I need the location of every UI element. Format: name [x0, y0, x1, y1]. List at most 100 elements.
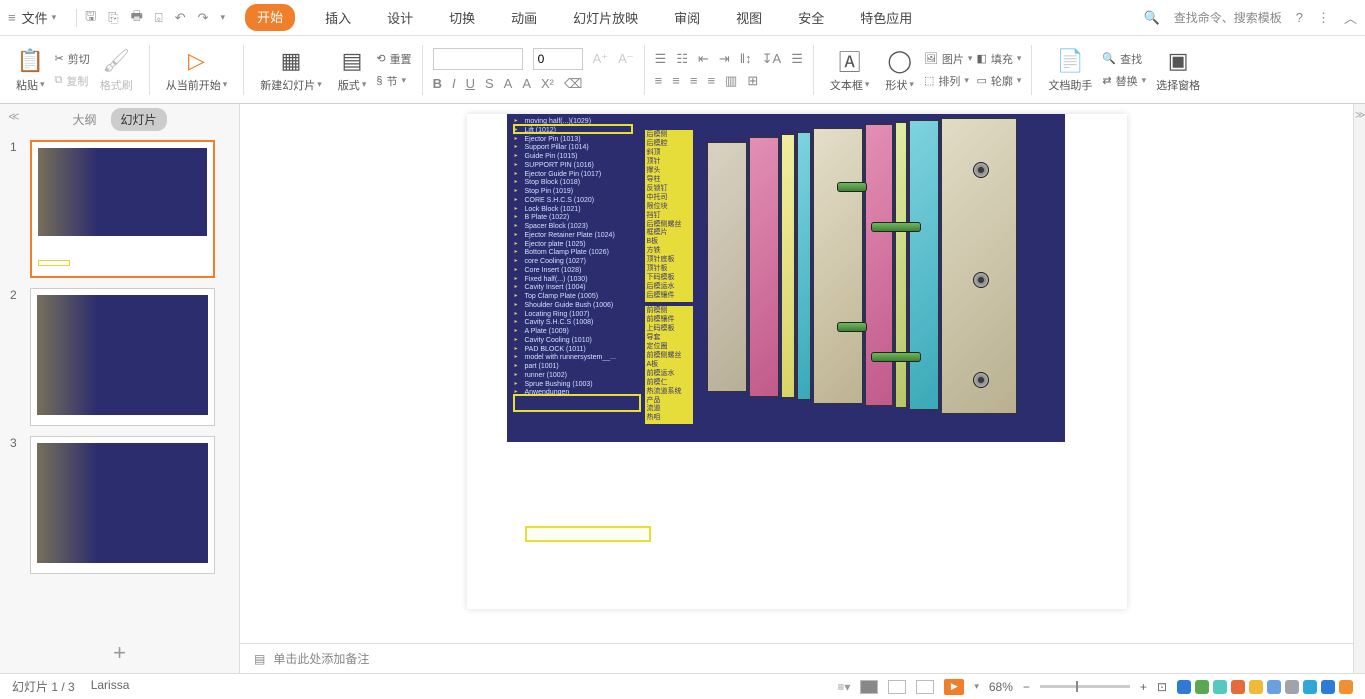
- section-button[interactable]: §节▾: [376, 73, 411, 89]
- tab-slides[interactable]: 幻灯片: [111, 108, 167, 131]
- slide-number: 2: [10, 288, 22, 426]
- cut-button[interactable]: ✂剪切: [55, 51, 90, 67]
- chinese-labels-top: 后模侧后模腔斜顶顶针撑头导柱反锁钉中托司限位块挡钉后模侧螺丝框模片B板方铁顶针底…: [645, 130, 693, 302]
- align-left-button[interactable]: ≡: [655, 73, 663, 88]
- columns-button[interactable]: ▥: [725, 73, 737, 89]
- view-normal-button[interactable]: [860, 680, 878, 694]
- font-family-combo[interactable]: [433, 48, 523, 70]
- align-justify-button[interactable]: ≡: [707, 73, 715, 88]
- increase-font-icon[interactable]: A⁺: [593, 51, 609, 67]
- highlight-button[interactable]: A: [522, 76, 531, 91]
- slide-thumb-2[interactable]: 2: [10, 288, 229, 426]
- zoom-slider[interactable]: [1040, 685, 1130, 688]
- help-icon[interactable]: ?: [1296, 10, 1303, 25]
- thumbnail-list[interactable]: 1 2 3: [0, 134, 239, 633]
- fill-icon: ◧: [976, 52, 986, 65]
- tab-start[interactable]: 开始: [245, 4, 295, 31]
- indent-inc-button[interactable]: ⇥: [719, 51, 730, 67]
- decrease-font-icon[interactable]: A⁻: [618, 51, 634, 67]
- copy-button[interactable]: ⧉复制: [55, 73, 90, 89]
- scissors-icon: ✂: [55, 52, 64, 65]
- new-slide-button[interactable]: ▦ 新建幻灯片▾: [254, 40, 328, 100]
- align-center-button[interactable]: ≡: [672, 73, 680, 88]
- tab-animation[interactable]: 动画: [505, 4, 543, 31]
- clear-format-button[interactable]: ⌫: [564, 76, 582, 92]
- slide-thumb-3[interactable]: 3: [10, 436, 229, 574]
- tab-security[interactable]: 安全: [792, 4, 830, 31]
- thumbnail-tabs: 大纲 幻灯片: [0, 104, 239, 134]
- underline-button[interactable]: U: [466, 76, 475, 91]
- right-rail-collapsed[interactable]: ≫: [1353, 104, 1365, 673]
- tab-review[interactable]: 审阅: [668, 4, 706, 31]
- align-right-button[interactable]: ≡: [690, 73, 698, 88]
- tab-outline[interactable]: 大纲: [72, 111, 96, 128]
- zoom-out-button[interactable]: −: [1023, 680, 1030, 694]
- line-spacing-button[interactable]: ‖↕: [740, 51, 752, 66]
- numbering-button[interactable]: ☷: [676, 51, 688, 67]
- text-direction-button[interactable]: ↧A: [762, 51, 782, 67]
- tab-insert[interactable]: 插入: [319, 4, 357, 31]
- align-text-button[interactable]: ☰: [791, 51, 803, 67]
- tab-special[interactable]: 特色应用: [854, 4, 918, 31]
- qat-more-icon[interactable]: ▾: [221, 12, 226, 23]
- distribute-button[interactable]: ⊞: [747, 73, 758, 89]
- hamburger-icon[interactable]: ≡: [8, 10, 16, 25]
- find-button[interactable]: 🔍查找: [1102, 51, 1146, 67]
- bold-button[interactable]: B: [433, 76, 442, 91]
- tab-slideshow[interactable]: 幻灯片放映: [567, 4, 644, 31]
- print-icon[interactable]: 🖶: [131, 7, 143, 29]
- outline-button[interactable]: ▭轮廓▾: [976, 73, 1021, 89]
- undo-icon[interactable]: ↶: [175, 10, 186, 26]
- tab-design[interactable]: 设计: [381, 4, 419, 31]
- textbox-button[interactable]: 🄰 文本框▾: [824, 40, 876, 100]
- search-icon[interactable]: 🔍: [1144, 10, 1160, 26]
- zoom-in-button[interactable]: +: [1140, 680, 1147, 694]
- slide-thumb-1[interactable]: 1: [10, 140, 229, 278]
- notes-toggle-icon[interactable]: ≡▾: [837, 680, 850, 694]
- fill-button[interactable]: ◧填充▾: [976, 51, 1021, 67]
- doc-helper-button[interactable]: 📄 文档助手: [1042, 40, 1098, 100]
- brush-icon: 🖌: [102, 47, 130, 75]
- paste-group[interactable]: 📋 粘贴▾: [10, 40, 51, 100]
- canvas-scroll[interactable]: moving half(...)(1029)Lift (1012)Ejector…: [240, 104, 1353, 643]
- italic-button[interactable]: I: [452, 76, 456, 91]
- preview-icon[interactable]: ⌻: [155, 10, 163, 26]
- slideshow-dropdown-icon[interactable]: ▾: [974, 681, 979, 692]
- add-slide-button[interactable]: +: [0, 633, 239, 673]
- collapse-ribbon-icon[interactable]: ︿: [1344, 8, 1357, 27]
- picture-button[interactable]: 🖼图片▾: [924, 51, 973, 67]
- save-icon[interactable]: 🖫: [85, 7, 96, 29]
- file-menu[interactable]: 文件 ▾: [22, 8, 57, 27]
- notes-placeholder[interactable]: 单击此处添加备注: [273, 650, 369, 667]
- bullets-button[interactable]: ☰: [655, 51, 667, 67]
- file-label: 文件: [22, 8, 48, 27]
- copy-icon: ⧉: [55, 74, 63, 87]
- from-current-button[interactable]: ▷ 从当前开始▾: [160, 40, 234, 100]
- arrange-button[interactable]: ⬚排列▾: [924, 73, 973, 89]
- reset-button[interactable]: ⟲重置: [376, 51, 411, 67]
- redo-icon[interactable]: ↷: [198, 10, 209, 26]
- layout-button[interactable]: ▤ 版式▾: [332, 40, 373, 100]
- replace-button[interactable]: ⇄替换▾: [1102, 73, 1146, 89]
- slideshow-button[interactable]: ▶: [944, 679, 964, 695]
- fit-button[interactable]: ⊡: [1157, 680, 1167, 694]
- font-size-combo[interactable]: [533, 48, 583, 70]
- shapes-button[interactable]: ◯ 形状▾: [879, 40, 920, 100]
- font-color-button[interactable]: A: [504, 76, 513, 91]
- more-icon[interactable]: ⋮: [1317, 10, 1330, 26]
- view-sorter-button[interactable]: [888, 680, 906, 694]
- select-pane-button[interactable]: ▣ 选择窗格: [1150, 40, 1206, 100]
- search-hint[interactable]: 查找命令、搜索模板: [1174, 9, 1282, 26]
- strike-button[interactable]: S: [485, 76, 494, 91]
- format-painter-button[interactable]: 🖌 格式刷: [94, 40, 139, 100]
- slide-canvas[interactable]: moving half(...)(1029)Lift (1012)Ejector…: [467, 114, 1127, 609]
- collapse-panel-icon[interactable]: ≪: [8, 110, 20, 123]
- app-tray-icons[interactable]: [1177, 680, 1353, 694]
- view-reading-button[interactable]: [916, 680, 934, 694]
- indent-dec-button[interactable]: ⇤: [698, 51, 709, 67]
- notes-bar[interactable]: ▤ 单击此处添加备注: [240, 643, 1353, 673]
- superscript-button[interactable]: X²: [541, 76, 554, 91]
- tab-view[interactable]: 视图: [730, 4, 768, 31]
- print-preview-icon[interactable]: ⎘: [108, 10, 118, 26]
- tab-transition[interactable]: 切换: [443, 4, 481, 31]
